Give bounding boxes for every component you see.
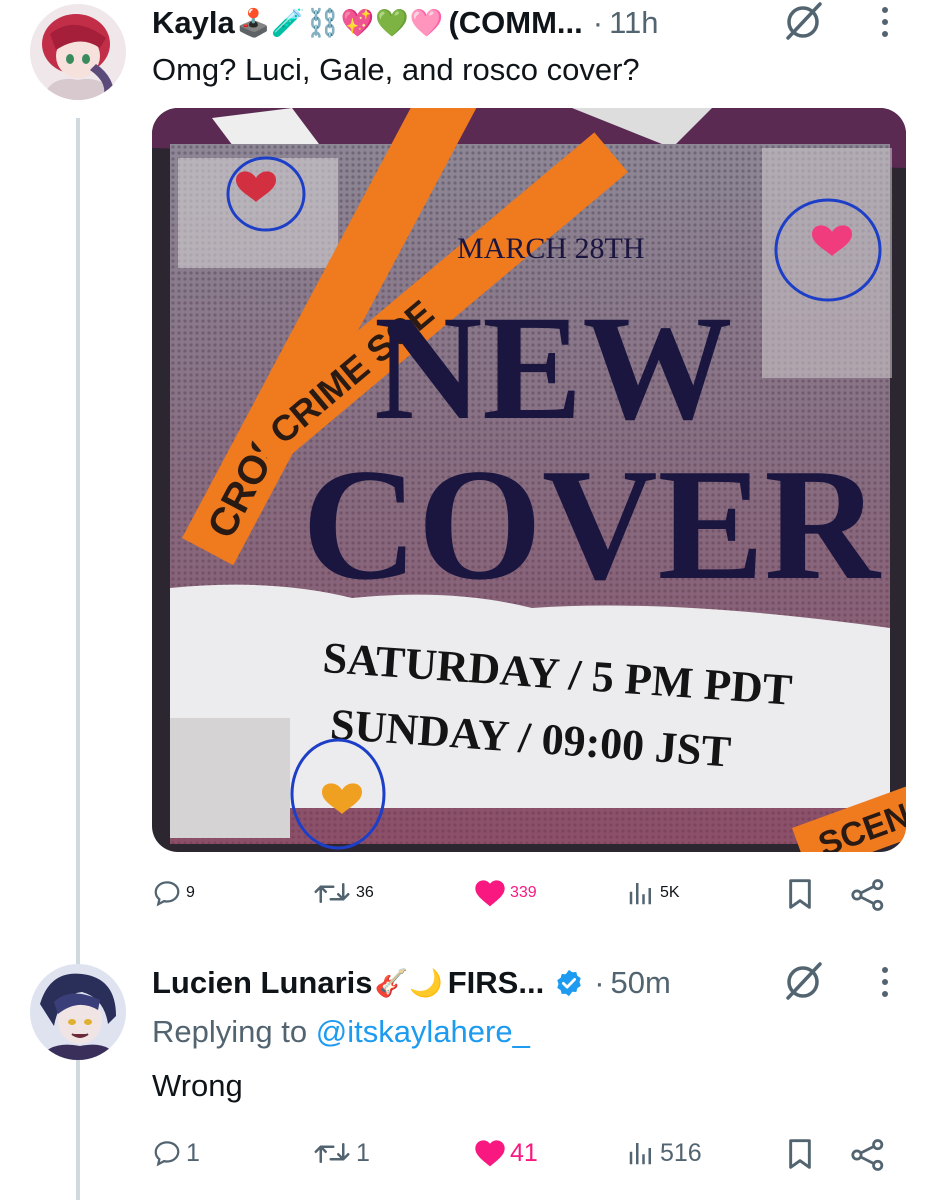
views-button[interactable]: 5K xyxy=(626,878,680,908)
verified-badge-icon xyxy=(554,968,584,998)
media-headline-1: NEW xyxy=(374,285,732,451)
tweet-text: Omg? Luci, Gale, and rosco cover? xyxy=(152,52,640,87)
bookmark-button[interactable] xyxy=(786,1138,814,1170)
replying-to-label: Replying to xyxy=(152,1014,308,1049)
reply-count: 1 xyxy=(186,1138,200,1167)
more-options-icon[interactable] xyxy=(870,964,900,1005)
share-icon xyxy=(851,1139,884,1171)
replying-to: Replying to @itskaylahere_ xyxy=(152,1014,530,1050)
bookmark-button[interactable] xyxy=(786,878,814,910)
more-options-icon[interactable] xyxy=(870,4,900,45)
repost-icon xyxy=(314,883,350,903)
author-name-suffix[interactable]: (COMM... xyxy=(448,5,582,41)
reply-icon xyxy=(154,1141,180,1167)
like-count: 41 xyxy=(510,1138,538,1167)
heart-filled-icon xyxy=(475,1140,505,1167)
timestamp[interactable]: 50m xyxy=(611,965,671,1001)
replying-to-handle[interactable]: @itskaylahere_ xyxy=(316,1014,530,1049)
grok-icon[interactable] xyxy=(782,0,826,49)
media-headline-2: COVER xyxy=(302,435,881,613)
repost-count: 36 xyxy=(356,884,374,901)
reply-count: 9 xyxy=(186,884,195,901)
heart-filled-icon xyxy=(475,880,505,907)
grok-icon[interactable] xyxy=(782,960,826,1009)
tweet-lucien[interactable]: Lucien Lunaris 🎸🌙 FIRS... · 50m Replying… xyxy=(0,940,936,1200)
share-button[interactable] xyxy=(850,878,886,912)
like-button[interactable]: 41 xyxy=(474,1138,538,1168)
repost-button[interactable]: 36 xyxy=(312,878,374,908)
like-count: 339 xyxy=(510,884,537,901)
timestamp[interactable]: 11h xyxy=(609,5,658,41)
tweet-header: Kayla 🕹️🧪⛓️💖💚🩷 (COMM... · 11h xyxy=(152,4,659,42)
tweet-media-image[interactable]: CROSS CRIME SCE SCENE MARCH 28TH NEW COV… xyxy=(152,108,906,852)
repost-count: 1 xyxy=(356,1138,370,1167)
author-emojis: 🕹️🧪⛓️💖💚🩷 xyxy=(236,8,445,38)
views-icon xyxy=(629,1143,651,1165)
tweet-text: Wrong xyxy=(152,1068,243,1103)
repost-button[interactable]: 1 xyxy=(312,1138,370,1168)
bookmark-icon xyxy=(789,879,811,909)
author-name[interactable]: Lucien Lunaris xyxy=(152,965,372,1001)
views-button[interactable]: 516 xyxy=(626,1138,702,1168)
media-date: MARCH 28TH xyxy=(457,232,645,265)
author-name-suffix[interactable]: FIRS... xyxy=(448,965,544,1001)
reply-button[interactable]: 1 xyxy=(152,1138,200,1168)
bookmark-icon xyxy=(789,1139,811,1169)
separator-dot: · xyxy=(594,965,605,1000)
reply-icon xyxy=(154,881,180,907)
separator-dot: · xyxy=(592,5,604,40)
author-emojis: 🎸🌙 xyxy=(374,968,444,998)
reply-button[interactable]: 9 xyxy=(152,878,195,908)
avatar-lucien[interactable] xyxy=(30,964,126,1060)
tweet-kayla[interactable]: Kayla 🕹️🧪⛓️💖💚🩷 (COMM... · 11h Omg? Luci,… xyxy=(0,0,936,940)
avatar-kayla[interactable] xyxy=(30,4,126,100)
views-count: 516 xyxy=(660,1138,702,1167)
tweet-header: Lucien Lunaris 🎸🌙 FIRS... · 50m xyxy=(152,964,671,1002)
share-button[interactable] xyxy=(850,1138,886,1172)
views-count: 5K xyxy=(660,884,680,901)
share-icon xyxy=(851,879,884,911)
views-icon xyxy=(629,883,651,905)
like-button[interactable]: 339 xyxy=(474,878,537,908)
author-name[interactable]: Kayla xyxy=(152,5,235,41)
repost-icon xyxy=(314,1143,350,1163)
